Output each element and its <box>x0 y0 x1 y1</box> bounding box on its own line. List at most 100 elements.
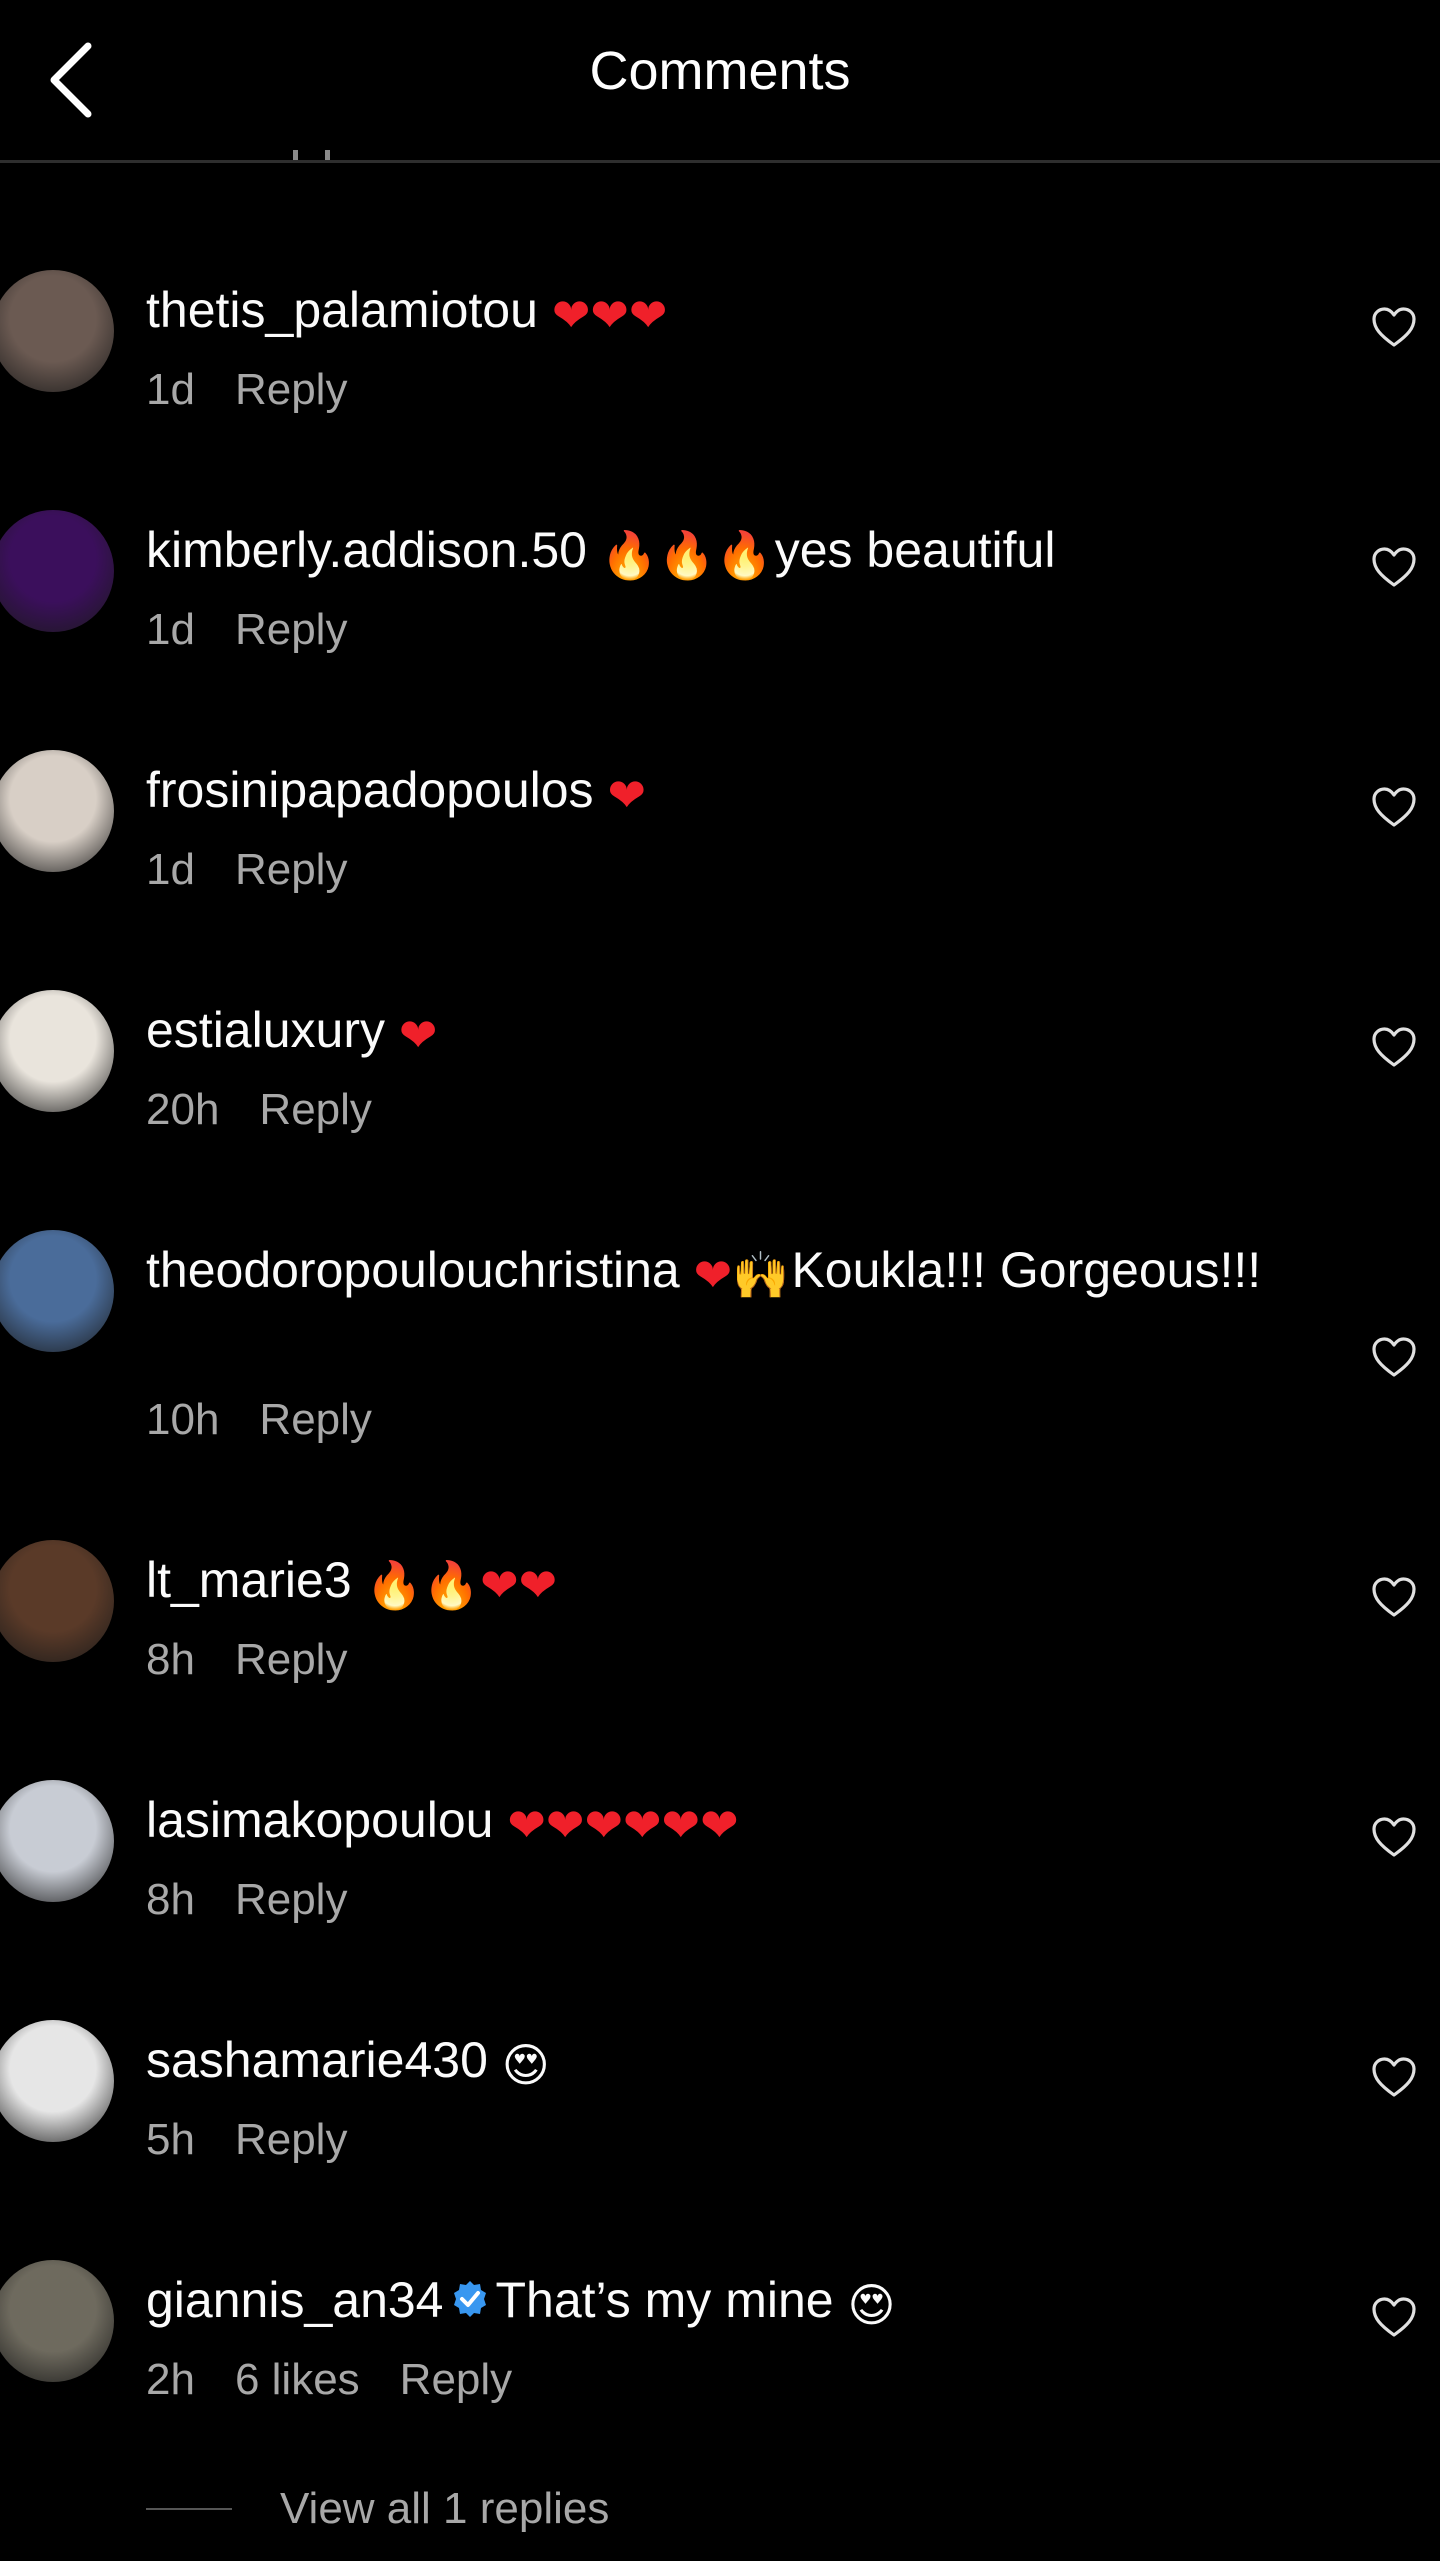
like-button[interactable] <box>1370 545 1418 589</box>
fire-emoji: 🔥 <box>422 1558 481 1612</box>
username[interactable]: kimberly.addison.50 <box>146 522 587 578</box>
heart-outline-icon <box>1372 1027 1416 1067</box>
avatar[interactable] <box>0 1540 114 1662</box>
heart-emoji: ❤ <box>607 768 647 822</box>
page-title: Comments <box>589 41 851 101</box>
avatar[interactable] <box>0 1230 114 1352</box>
username[interactable]: lasimakopoulou <box>146 1792 493 1848</box>
heart-emoji: ❤ <box>628 288 668 342</box>
comment-meta: 1d Reply <box>146 845 387 895</box>
verified-badge-icon <box>450 2267 490 2317</box>
comment-body: sashamarie430 😍 <box>146 2025 1290 2100</box>
fire-emoji: 🔥 <box>715 528 773 582</box>
heart-emoji: ❤ <box>518 1558 558 1612</box>
heart-outline-icon <box>1372 1337 1416 1377</box>
replies-divider <box>146 2508 232 2510</box>
comment-time: 1d <box>146 605 195 654</box>
comment-time: 1d <box>146 365 195 414</box>
avatar[interactable] <box>0 270 114 392</box>
heart-emoji: ❤ <box>622 1798 662 1852</box>
username[interactable]: giannis_an34 <box>146 2272 444 2328</box>
like-button[interactable] <box>1370 785 1418 829</box>
reply-button[interactable]: Reply <box>400 2355 513 2404</box>
heart-emoji: ❤ <box>545 1798 585 1852</box>
like-button[interactable] <box>1370 1815 1418 1859</box>
comment-text: yes beautiful <box>774 522 1056 578</box>
comment-meta: 20h Reply <box>146 1085 412 1135</box>
comment-text: That’s my mine <box>495 2272 834 2328</box>
partial-reply-text <box>285 150 355 172</box>
reply-button[interactable]: Reply <box>235 365 348 414</box>
username[interactable]: thetis_palamiotou <box>146 282 538 338</box>
comment-meta: 8h Reply <box>146 1875 387 1925</box>
heart-emoji: ❤ <box>480 1558 519 1612</box>
comment-time: 2h <box>146 2355 195 2404</box>
like-button[interactable] <box>1370 305 1418 349</box>
like-button[interactable] <box>1370 1025 1418 1069</box>
reply-button[interactable]: Reply <box>235 605 348 654</box>
fire-emoji: 🔥 <box>658 528 716 582</box>
heart-emoji: ❤ <box>661 1798 701 1852</box>
hands-emoji: 🙌 <box>732 1248 790 1302</box>
username[interactable]: theodoropoulouchristina <box>146 1242 680 1298</box>
avatar[interactable] <box>0 2260 114 2382</box>
view-replies-button[interactable]: View all 1 replies <box>146 2484 609 2534</box>
heart-emoji: ❤ <box>590 288 629 342</box>
heart-outline-icon <box>1372 307 1416 347</box>
comment-time: 1d <box>146 845 195 894</box>
username[interactable]: sashamarie430 <box>146 2032 488 2088</box>
heart-emoji: ❤ <box>398 1008 438 1062</box>
heart-outline-icon <box>1372 1577 1416 1617</box>
reply-button[interactable]: Reply <box>235 1635 348 1684</box>
reply-button[interactable]: Reply <box>235 845 348 894</box>
heart-emoji: ❤ <box>584 1798 623 1852</box>
avatar[interactable] <box>0 510 114 632</box>
like-button[interactable] <box>1370 2055 1418 2099</box>
username[interactable]: frosinipapadopoulos <box>146 762 594 818</box>
avatar[interactable] <box>0 750 114 872</box>
comment-time: 10h <box>146 1395 220 1444</box>
heart-outline-icon <box>1372 547 1416 587</box>
comment-body: lt_marie3 🔥🔥❤❤ <box>146 1545 1290 1620</box>
avatar[interactable] <box>0 2020 114 2142</box>
avatar[interactable] <box>0 990 114 1112</box>
like-button[interactable] <box>1370 1575 1418 1619</box>
heart-emoji: ❤ <box>693 1248 733 1302</box>
view-replies-label: View all 1 replies <box>280 2484 610 2533</box>
comment-body: thetis_palamiotou ❤❤❤ <box>146 275 1290 350</box>
likes-count[interactable]: 6 likes <box>235 2355 360 2404</box>
comment-time: 8h <box>146 1635 195 1684</box>
comment-body: giannis_an34 That’s my mine 😍 <box>146 2265 1290 2340</box>
fire-emoji: 🔥 <box>365 1558 423 1612</box>
heart-emoji: ❤ <box>700 1798 739 1852</box>
username[interactable]: lt_marie3 <box>146 1552 352 1608</box>
reply-button[interactable]: Reply <box>259 1085 372 1134</box>
like-button[interactable] <box>1370 1335 1418 1379</box>
comment-body: theodoropoulouchristina ❤🙌Koukla!!! Gorg… <box>146 1235 1290 1310</box>
heart-outline-icon <box>1372 2297 1416 2337</box>
fire-emoji: 🔥 <box>600 528 659 582</box>
comment-time: 8h <box>146 1875 195 1924</box>
comment-time: 5h <box>146 2115 195 2164</box>
comment-meta: 5h Reply <box>146 2115 387 2165</box>
comment-body: estialuxury ❤ <box>146 995 1290 1070</box>
comment-meta: 1d Reply <box>146 605 387 655</box>
comment-meta: 1d Reply <box>146 365 387 415</box>
heart-emoji: ❤ <box>551 288 591 342</box>
smile-emoji: 😍 <box>847 2278 896 2332</box>
username[interactable]: estialuxury <box>146 1002 385 1058</box>
avatar[interactable] <box>0 1780 114 1902</box>
heart-emoji: ❤ <box>507 1798 546 1852</box>
heart-outline-icon <box>1372 2057 1416 2097</box>
smile-emoji: 😍 <box>501 2038 550 2092</box>
reply-button[interactable]: Reply <box>235 1875 348 1924</box>
comment-body: kimberly.addison.50 🔥🔥🔥yes beautiful <box>146 515 1290 590</box>
comment-body: lasimakopoulou ❤❤❤❤❤❤ <box>146 1785 1290 1860</box>
comment-text: Koukla!!! Gorgeous!!! <box>791 1242 1262 1298</box>
heart-outline-icon <box>1372 1817 1416 1857</box>
heart-outline-icon <box>1372 787 1416 827</box>
reply-button[interactable]: Reply <box>235 2115 348 2164</box>
like-button[interactable] <box>1370 2295 1418 2339</box>
reply-button[interactable]: Reply <box>259 1395 372 1444</box>
top-bar: Comments <box>0 0 1440 163</box>
